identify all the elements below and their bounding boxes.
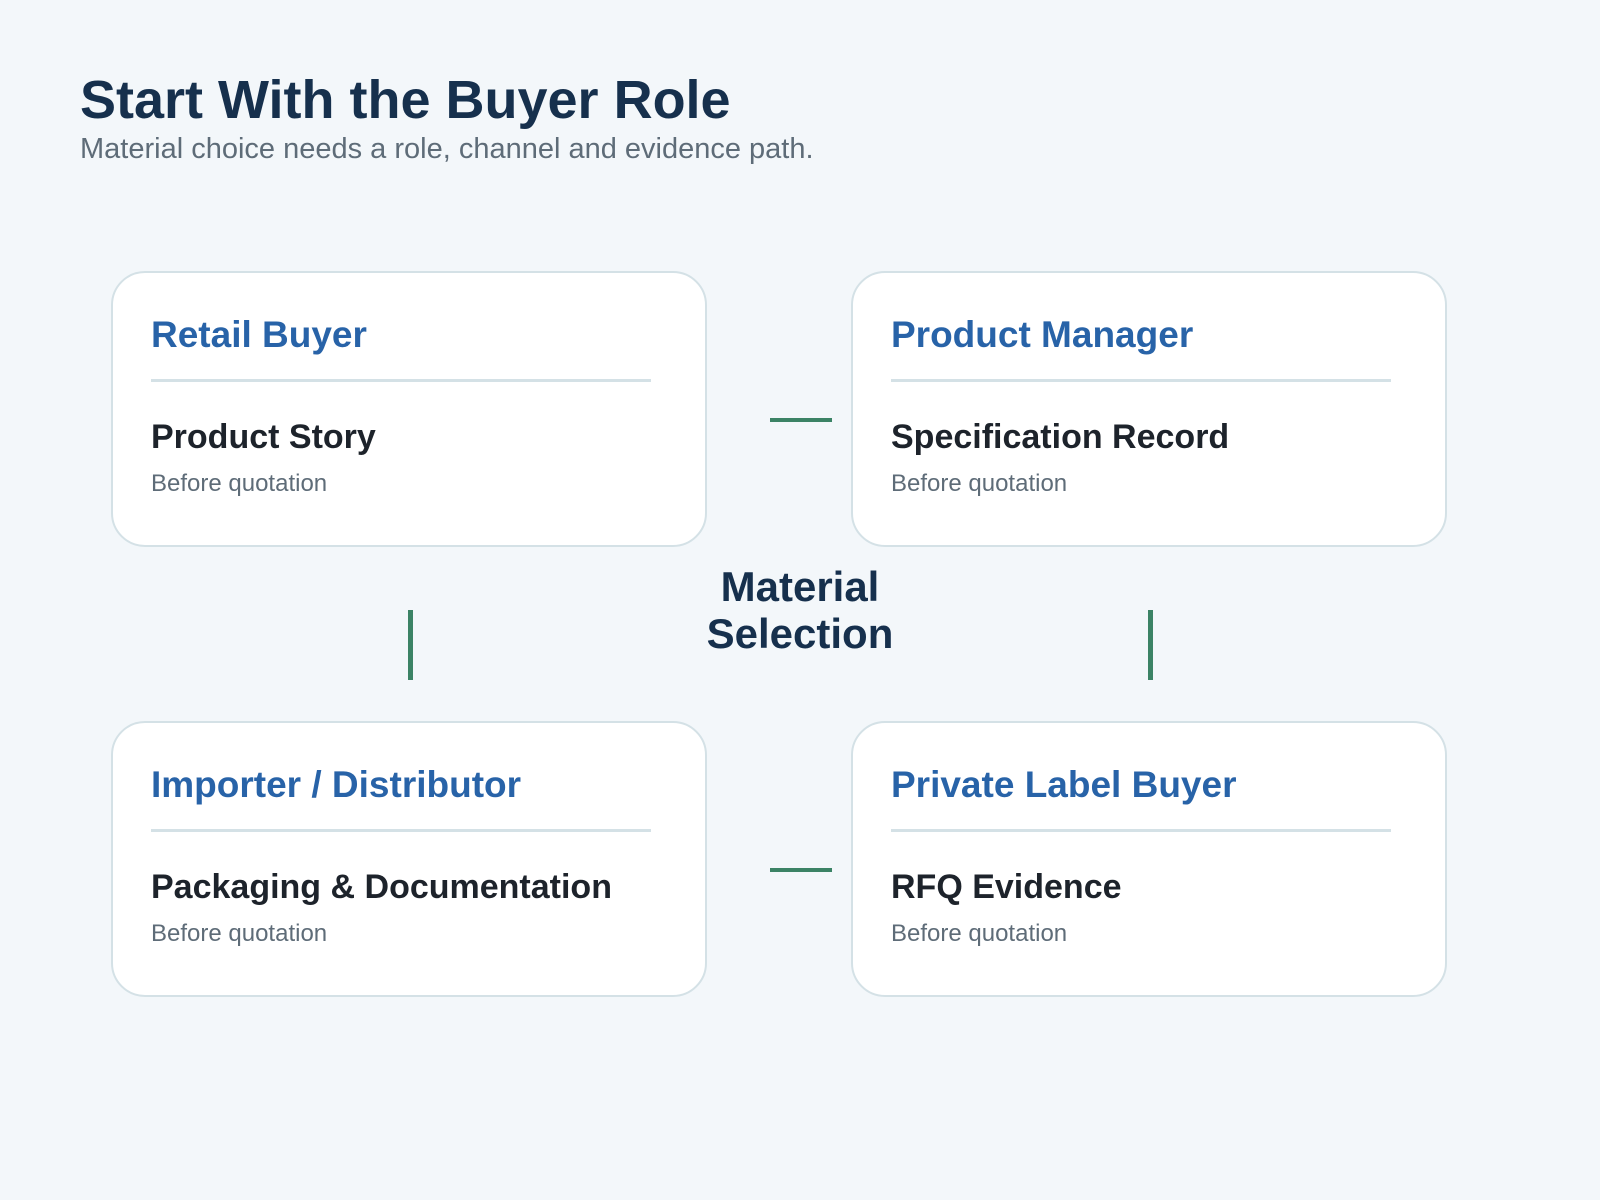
card-divider [891, 379, 1391, 382]
page-title: Start With the Buyer Role [80, 70, 731, 130]
connector-top [770, 418, 832, 422]
card-role-heading: Private Label Buyer [891, 764, 1237, 805]
buyer-role-card-private-label-buyer: Private Label Buyer RFQ Evidence Before … [851, 721, 1447, 997]
page-subtitle: Material choice needs a role, channel an… [80, 133, 814, 165]
card-role-heading: Retail Buyer [151, 314, 367, 355]
connector-bottom [770, 868, 832, 872]
buyer-role-card-importer-distributor: Importer / Distributor Packaging & Docum… [111, 721, 707, 997]
card-divider [151, 379, 651, 382]
card-role-heading: Importer / Distributor [151, 764, 522, 805]
card-timing-note: Before quotation [891, 920, 1068, 947]
center-label-line-2: Selection [706, 610, 894, 657]
buyer-role-card-product-manager: Product Manager Specification Record Bef… [851, 271, 1447, 547]
connector-left [408, 610, 413, 680]
card-role-heading: Product Manager [891, 314, 1194, 355]
card-timing-note: Before quotation [891, 470, 1068, 497]
card-divider [891, 829, 1391, 832]
card-focus-label: Product Story [151, 418, 376, 456]
card-focus-label: Specification Record [891, 418, 1230, 456]
center-label-line-1: Material [720, 563, 880, 610]
card-timing-note: Before quotation [151, 470, 328, 497]
center-label: Material Selection [650, 563, 950, 657]
card-focus-label: RFQ Evidence [891, 868, 1122, 906]
buyer-role-card-retail-buyer: Retail Buyer Product Story Before quotat… [111, 271, 707, 547]
card-timing-note: Before quotation [151, 920, 328, 947]
connector-right [1148, 610, 1153, 680]
card-focus-label: Packaging & Documentation [151, 868, 612, 906]
card-divider [151, 829, 651, 832]
